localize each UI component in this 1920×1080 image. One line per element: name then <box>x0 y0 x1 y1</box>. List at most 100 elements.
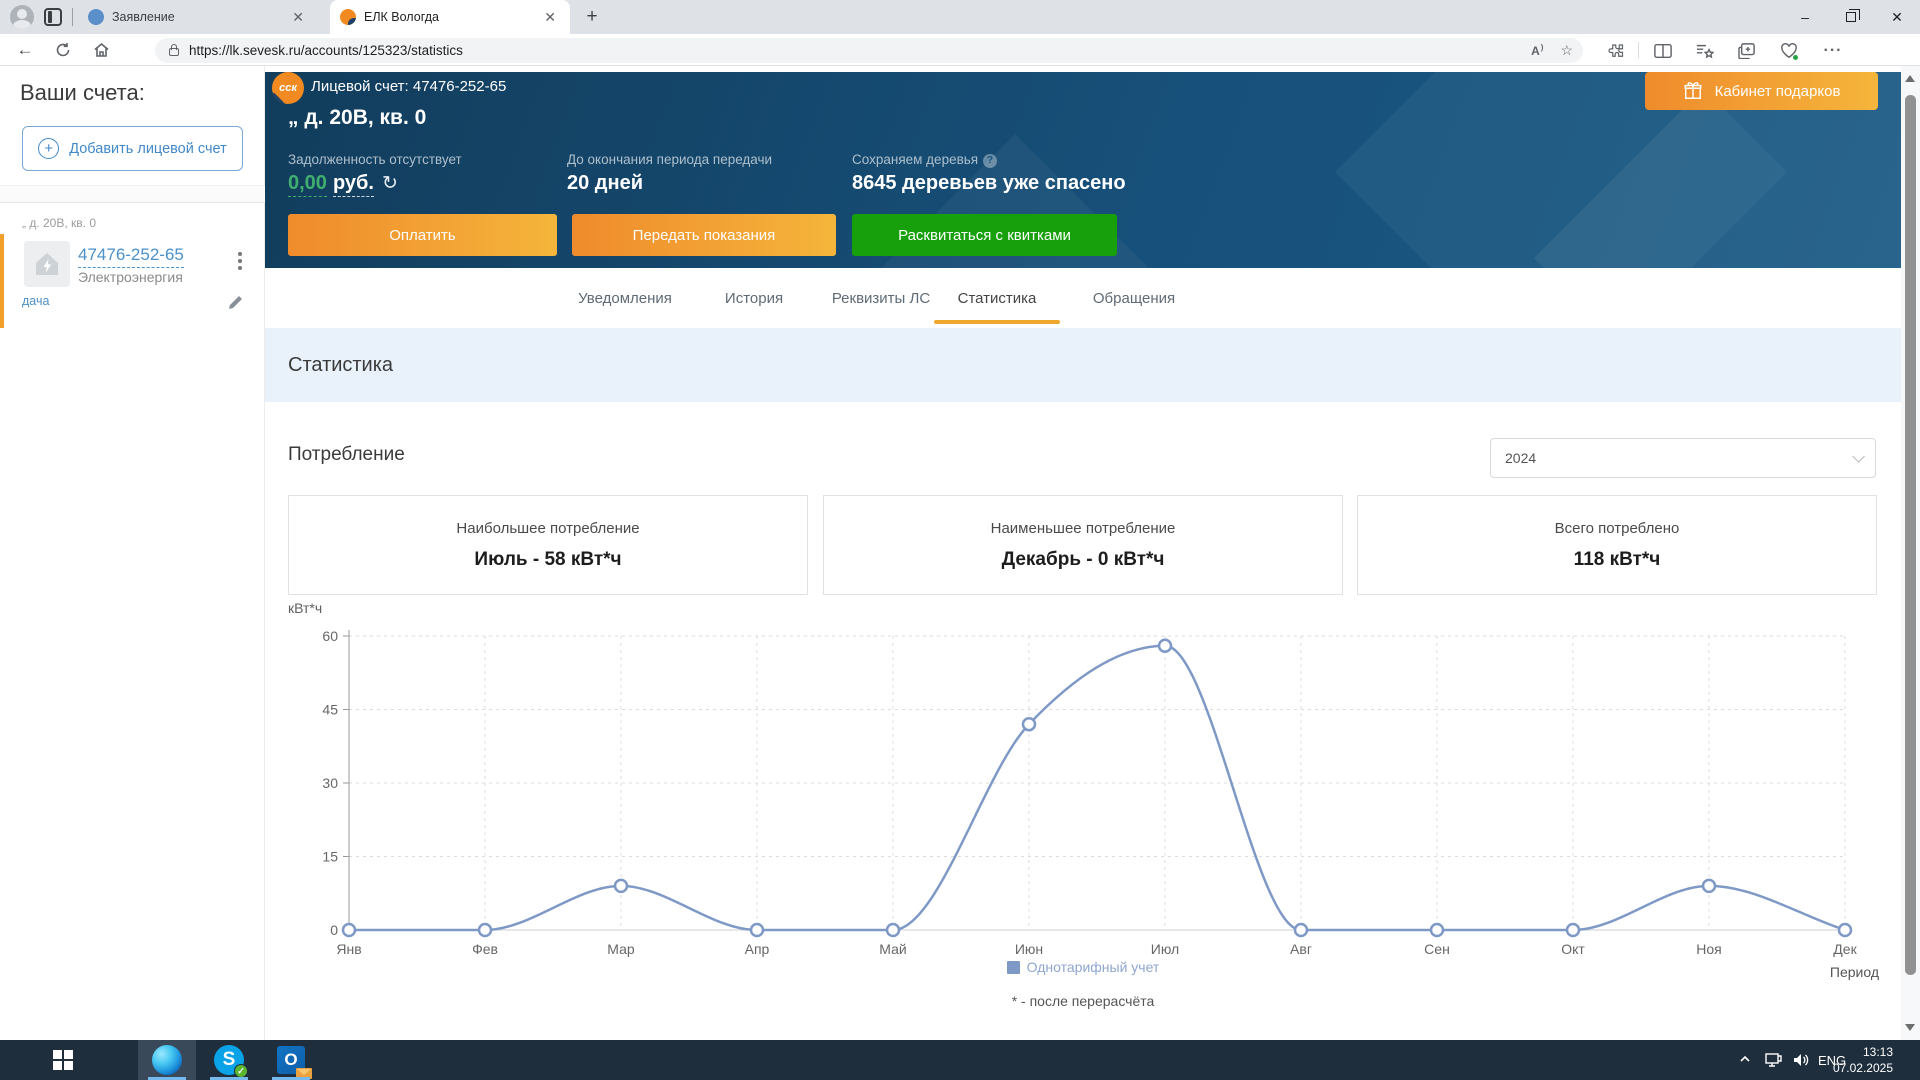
scroll-down-icon[interactable] <box>1905 1024 1915 1031</box>
card-value: Июль - 58 кВт*ч <box>474 549 622 570</box>
svg-text:45: 45 <box>322 702 338 718</box>
question-icon[interactable]: ? <box>983 153 998 168</box>
section-tabs: Уведомления История Реквизиты ЛС Статист… <box>265 268 1901 328</box>
refresh-icon[interactable] <box>50 37 76 63</box>
period-label: До окончания периода передачи <box>567 152 773 167</box>
favorite-star-icon[interactable]: ☆ <box>1560 42 1573 59</box>
browser-essentials-icon[interactable] <box>1776 38 1802 64</box>
svg-text:Апр: Апр <box>745 941 770 957</box>
tab-notifications[interactable]: Уведомления <box>578 290 672 307</box>
settings-menu-icon[interactable]: ··· <box>1820 38 1846 64</box>
collections-icon[interactable] <box>1734 38 1760 64</box>
svg-text:Июн: Июн <box>1015 941 1043 957</box>
consumption-title: Потребление <box>288 444 405 465</box>
card-title: Наибольшее потребление <box>456 520 640 537</box>
network-icon[interactable] <box>1764 1052 1782 1073</box>
svg-text:60: 60 <box>322 628 338 644</box>
scrollbar-thumb[interactable] <box>1905 95 1916 975</box>
browser-toolbar: ← https://lk.sevesk.ru/accounts/125323/s… <box>0 34 1920 66</box>
add-account-label: Добавить лицевой счет <box>69 140 227 157</box>
new-tab-button[interactable]: + <box>580 5 604 29</box>
account-address: „ д. 20В, кв. 0 <box>288 106 427 129</box>
edit-pencil-icon[interactable] <box>227 293 245 316</box>
tab-appeals[interactable]: Обращения <box>1093 290 1175 307</box>
house-energy-icon <box>24 241 70 287</box>
lock-icon[interactable] <box>169 44 179 56</box>
address-bar[interactable]: https://lk.sevesk.ru/accounts/125323/sta… <box>155 38 1583 63</box>
chart-legend[interactable]: Однотарифный учет <box>283 959 1883 975</box>
favorites-list-icon[interactable] <box>1692 38 1718 64</box>
account-group-label: „ д. 20В, кв. 0 <box>22 216 96 230</box>
vertical-scrollbar[interactable] <box>1901 66 1920 1040</box>
tab-close-icon[interactable]: ✕ <box>288 9 308 26</box>
transmit-readings-button[interactable]: Передать показания <box>572 214 836 256</box>
svg-text:Окт: Окт <box>1561 941 1585 957</box>
refresh-balance-icon[interactable]: ↻ <box>382 173 398 194</box>
card-value: 118 кВт*ч <box>1573 549 1661 570</box>
chevron-down-icon <box>1852 449 1865 463</box>
active-account-marker <box>0 234 4 328</box>
extensions-puzzle-icon[interactable] <box>1602 38 1628 64</box>
gift-icon <box>1684 82 1702 99</box>
debt-amount[interactable]: 0,00 <box>288 172 327 197</box>
close-button[interactable]: ✕ <box>1874 0 1920 34</box>
window-controls: – ✕ <box>1782 0 1920 34</box>
tray-chevron-up-icon[interactable] <box>1738 1052 1752 1071</box>
consumption-chart[interactable]: 0 15 30 45 60 Янв Фев Мар Апр Май Июн Июл Авг Сен Окт Н… <box>283 622 1883 992</box>
read-aloud-icon[interactable]: A) <box>1531 43 1544 58</box>
accounts-sidebar: Ваши счета: + Добавить лицевой счет „ д.… <box>0 66 265 1040</box>
skype-status-badge: ✓ <box>234 1064 248 1078</box>
pay-button[interactable]: Оплатить <box>288 214 557 256</box>
browser-tab-elk-vologda[interactable]: ЕЛК Вологда ✕ <box>330 0 570 34</box>
url-text[interactable]: https://lk.sevesk.ru/accounts/125323/sta… <box>189 43 1515 58</box>
card-title: Всего потреблено <box>1554 520 1680 537</box>
browser-tab-zayavlenie[interactable]: Заявление ✕ <box>78 0 318 34</box>
sidebar-title: Ваши счета: <box>20 80 145 105</box>
split-screen-icon[interactable] <box>1650 38 1676 64</box>
speaker-icon[interactable] <box>1792 1052 1810 1073</box>
year-select[interactable]: 2024 <box>1490 438 1876 478</box>
trees-label: Сохраняем деревья? <box>852 152 998 168</box>
vertical-tabs-icon[interactable] <box>44 8 62 26</box>
period-value: 20 дней <box>567 172 643 194</box>
essentials-status-dot <box>1792 54 1799 61</box>
tab-requisites[interactable]: Реквизиты ЛС <box>832 290 930 307</box>
stat-card-total: Всего потреблено 118 кВт*ч <box>1357 495 1877 595</box>
tab-history[interactable]: История <box>725 290 783 307</box>
tab-statistics[interactable]: Статистика <box>958 290 1037 307</box>
svg-text:30: 30 <box>322 775 338 791</box>
tab-close-icon[interactable]: ✕ <box>540 9 560 26</box>
scroll-up-icon[interactable] <box>1905 75 1915 82</box>
statistics-band: Статистика <box>265 328 1901 402</box>
account-menu-icon[interactable] <box>233 249 247 279</box>
back-icon[interactable]: ← <box>12 37 38 63</box>
start-button[interactable] <box>53 1050 74 1071</box>
account-number-link[interactable]: 47476-252-65 <box>78 245 184 268</box>
svg-text:Май: Май <box>879 941 906 957</box>
svg-text:0: 0 <box>330 922 338 938</box>
taskbar-edge-icon[interactable] <box>138 1040 196 1080</box>
home-icon[interactable] <box>88 37 114 63</box>
account-type-label: Электроэнергия <box>78 269 183 285</box>
taskbar-skype-icon[interactable]: S ✓ <box>200 1040 258 1080</box>
taskbar-outlook-icon[interactable]: O <box>262 1040 320 1080</box>
toolbar-divider <box>1638 42 1639 58</box>
taskbar: S ✓ O ENG 13:13 07.02.2025 <box>0 1040 1920 1080</box>
minimize-button[interactable]: – <box>1782 0 1828 34</box>
sidebar-divider <box>0 185 265 203</box>
stat-card-max: Наибольшее потребление Июль - 58 кВт*ч <box>288 495 808 595</box>
plus-circle-icon: + <box>38 138 60 159</box>
debt-currency[interactable]: руб. <box>332 172 374 197</box>
card-value: Декабрь - 0 кВт*ч <box>1001 549 1165 570</box>
year-value: 2024 <box>1505 450 1537 466</box>
tab-title: Заявление <box>112 10 175 24</box>
clock-date: 07.02.2025 <box>1832 1061 1893 1075</box>
gifts-cabinet-label: Кабинет подарков <box>1714 82 1841 100</box>
profile-avatar-icon[interactable] <box>10 5 34 29</box>
restore-button[interactable] <box>1828 0 1874 34</box>
gifts-cabinet-button[interactable]: Кабинет подарков <box>1645 72 1878 110</box>
add-account-button[interactable]: + Добавить лицевой счет <box>22 126 243 171</box>
receipts-button[interactable]: Расквитаться с квитками <box>852 214 1117 256</box>
clock[interactable]: 13:13 07.02.2025 <box>1820 1044 1893 1076</box>
chart-footnote: * - после перерасчёта <box>1011 993 1155 1009</box>
